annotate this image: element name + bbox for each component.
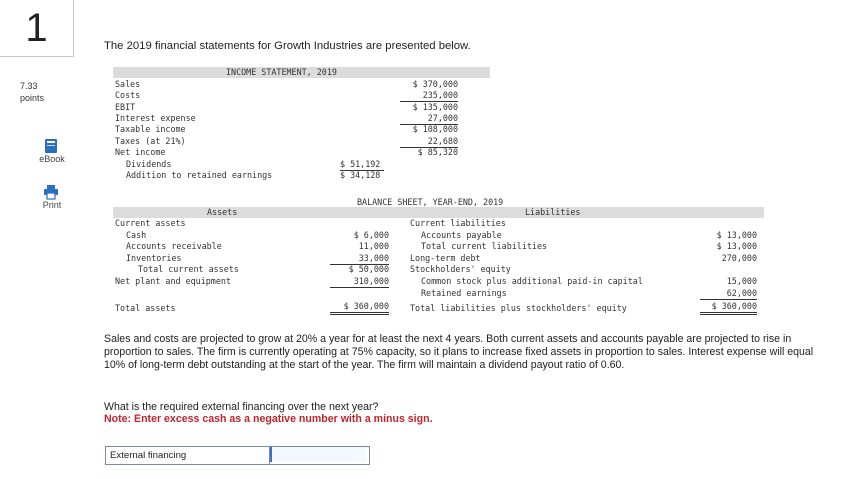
liab-value-payable: $ 13,000 — [716, 230, 757, 240]
asset-label-total-current: Total current assets — [138, 264, 239, 274]
answer-label: External financing — [110, 450, 187, 461]
asset-label-receivable: Accounts receivable — [126, 241, 222, 251]
income-label-net-income: Net income — [115, 147, 166, 157]
income-label-taxable: Taxable income — [115, 124, 186, 134]
liab-value-total-current: $ 13,000 — [716, 241, 757, 251]
liab-label-current: Current liabilities — [410, 218, 506, 228]
question-number-box: 1 — [0, 0, 74, 57]
printer-icon — [44, 185, 58, 200]
asset-value-receivable: 11,000 — [358, 241, 389, 251]
liab-value-retained: 62,000 — [700, 288, 757, 300]
liab-label-total-current: Total current liabilities — [421, 241, 548, 251]
assets-header: Assets — [207, 207, 238, 217]
print-label: Print — [42, 200, 62, 210]
liab-label-common-stock: Common stock plus additional paid-in cap… — [421, 276, 643, 286]
asset-label-net-plant: Net plant and equipment — [115, 276, 231, 286]
answer-row: External financing — [105, 446, 370, 465]
liab-label-total: Total liabilities plus stockholders' equ… — [410, 303, 627, 313]
answer-label-cell: External financing — [106, 447, 270, 464]
income-label-retained: Addition to retained earnings — [126, 170, 273, 180]
liab-label-equity: Stockholders' equity — [410, 264, 511, 274]
asset-label-current-assets: Current assets — [115, 218, 186, 228]
asset-label-total-assets: Total assets — [115, 303, 176, 313]
liab-label-long-term-debt: Long-term debt — [410, 253, 481, 263]
income-value-retained: $ 34,128 — [340, 170, 381, 180]
problem-description: Sales and costs are projected to grow at… — [104, 333, 814, 371]
income-value-taxable: $ 108,000 — [412, 124, 458, 134]
income-label-ebit: EBIT — [115, 102, 136, 112]
income-statement-title: INCOME STATEMENT, 2019 — [226, 67, 337, 77]
liab-label-payable: Accounts payable — [421, 230, 502, 240]
income-value-costs: 235,000 — [400, 90, 458, 102]
question-intro: The 2019 financial statements for Growth… — [104, 40, 471, 52]
asset-value-total-current: $ 50,000 — [348, 264, 389, 274]
asset-value-net-plant: 310,000 — [330, 276, 389, 288]
income-label-interest: Interest expense — [115, 113, 196, 123]
income-label-sales: Sales — [115, 79, 141, 89]
ebook-button[interactable] — [29, 138, 79, 154]
liab-value-total: $ 360,000 — [700, 301, 757, 315]
liab-label-retained: Retained earnings — [421, 288, 507, 298]
liab-value-common-stock: 15,000 — [726, 276, 757, 286]
liab-value-long-term-debt: 270,000 — [721, 253, 757, 263]
external-financing-input[interactable] — [270, 447, 366, 462]
income-label-taxes: Taxes (at 21%) — [115, 136, 186, 146]
income-value-sales: $ 370,000 — [412, 79, 458, 89]
points-label: points — [20, 93, 45, 103]
points-value: 7.33 — [20, 81, 38, 91]
question-note: Note: Enter excess cash as a negative nu… — [104, 413, 433, 425]
print-button[interactable] — [29, 184, 79, 200]
asset-label-cash: Cash — [126, 230, 147, 240]
question-number: 1 — [25, 5, 48, 50]
book-icon — [45, 139, 57, 153]
asset-value-cash: $ 6,000 — [353, 230, 389, 240]
income-label-dividends: Dividends — [126, 159, 172, 169]
question-prompt: What is the required external financing … — [104, 401, 379, 413]
asset-label-inventories: Inventories — [126, 253, 182, 263]
income-label-costs: Costs — [115, 90, 141, 100]
asset-value-total-assets: $ 360,000 — [330, 301, 389, 315]
income-value-net-income: $ 85,320 — [417, 147, 458, 157]
ebook-label: eBook — [39, 154, 65, 164]
liabilities-header: Liabilities — [525, 207, 581, 217]
income-value-ebit: $ 135,000 — [412, 102, 458, 112]
